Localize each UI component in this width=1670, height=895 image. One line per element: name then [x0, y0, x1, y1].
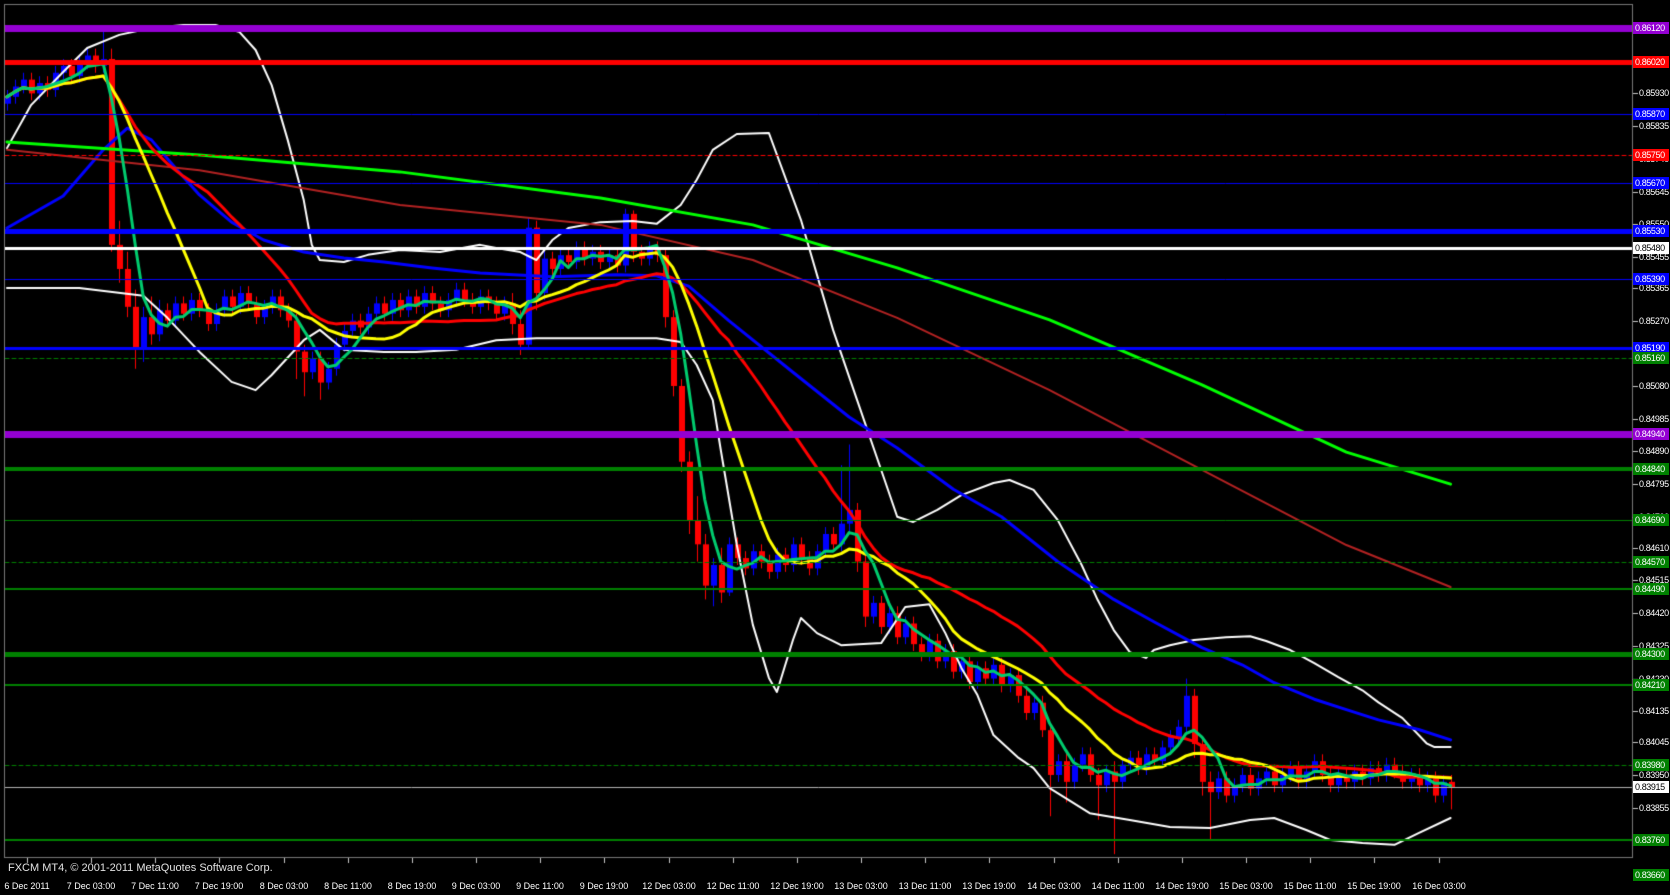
mt4-chart-window: 0.859300.858350.857400.856450.855500.854… [0, 0, 1670, 895]
price-chart-canvas[interactable] [0, 0, 1670, 895]
